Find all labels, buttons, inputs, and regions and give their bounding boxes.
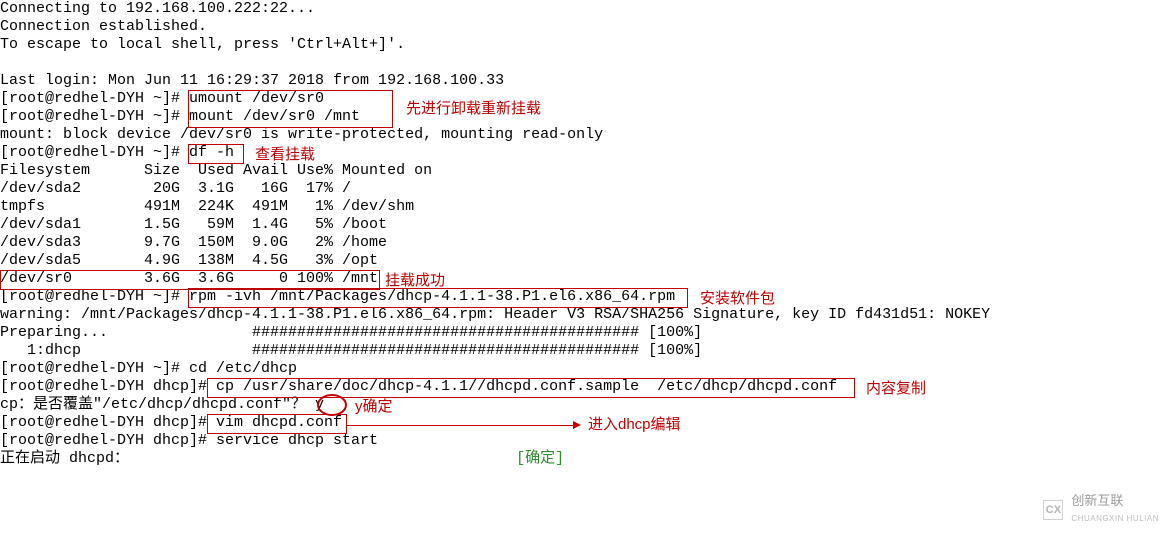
- line-df2: tmpfs 491M 224K 491M 1% /dev/shm: [0, 198, 414, 215]
- arrow-head-vim: [573, 421, 581, 429]
- watermark-logo-icon: CX: [1043, 500, 1063, 520]
- arrow-line-vim: [347, 425, 573, 426]
- line-df-header: Filesystem Size Used Avail Use% Mounted …: [0, 162, 432, 179]
- line-df4: /dev/sda3 9.7G 150M 9.0G 2% /home: [0, 234, 387, 251]
- annotation-remount: 先进行卸载重新挂载: [406, 100, 541, 117]
- line-preparing: Preparing... ###########################…: [0, 324, 702, 341]
- watermark: CX 创新互联 CHUANGXIN HULIAN: [1043, 492, 1159, 528]
- line-warning: warning: /mnt/Packages/dhcp-4.1.1-38.P1.…: [0, 306, 990, 323]
- line-df3: /dev/sda1 1.5G 59M 1.4G 5% /boot: [0, 216, 387, 233]
- line-vim: [root@redhel-DYH dhcp]# vim dhcpd.conf: [0, 414, 342, 431]
- annotation-install-pkg: 安装软件包: [700, 290, 775, 307]
- terminal-output: Connecting to 192.168.100.222:22... Conn…: [0, 0, 990, 468]
- line-connecting: Connecting to 192.168.100.222:22...: [0, 0, 315, 17]
- line-umount: [root@redhel-DYH ~]# umount /dev/sr0: [0, 90, 324, 107]
- line-mount-msg: mount: block device /dev/sr0 is write-pr…: [0, 126, 603, 143]
- annotation-copy-content: 内容复制: [866, 380, 926, 397]
- annotation-enter-dhcp-edit: 进入dhcp编辑: [588, 416, 681, 433]
- annotation-check-mount: 查看挂载: [255, 146, 315, 163]
- line-connection-est: Connection established.: [0, 18, 207, 35]
- line-df6: /dev/sr0 3.6G 3.6G 0 100% /mnt: [0, 270, 378, 287]
- line-df5: /dev/sda5 4.9G 138M 4.5G 3% /opt: [0, 252, 378, 269]
- line-cp-confirm: cp：是否覆盖"/etc/dhcp/dhcpd.conf"？ y: [0, 396, 324, 413]
- line-mount: [root@redhel-DYH ~]# mount /dev/sr0 /mnt: [0, 108, 360, 125]
- annotation-mount-success: 挂载成功: [385, 272, 445, 289]
- line-df: [root@redhel-DYH ~]# df -h: [0, 144, 234, 161]
- line-cp: [root@redhel-DYH dhcp]# cp /usr/share/do…: [0, 378, 837, 395]
- line-df1: /dev/sda2 20G 3.1G 16G 17% /: [0, 180, 351, 197]
- line-pkg1: 1:dhcp #################################…: [0, 342, 702, 359]
- annotation-y-confirm: y确定: [355, 398, 393, 415]
- line-escape: To escape to local shell, press 'Ctrl+Al…: [0, 36, 405, 53]
- line-rpm: [root@redhel-DYH ~]# rpm -ivh /mnt/Packa…: [0, 288, 675, 305]
- line-starting: 正在启动 dhcpd：: [0, 450, 129, 467]
- watermark-text: 创新互联: [1071, 492, 1159, 510]
- watermark-sub: CHUANGXIN HULIAN: [1071, 510, 1159, 528]
- line-service: [root@redhel-DYH dhcp]# service dhcp sta…: [0, 432, 378, 449]
- line-last-login: Last login: Mon Jun 11 16:29:37 2018 fro…: [0, 72, 504, 89]
- line-cd: [root@redhel-DYH ~]# cd /etc/dhcp: [0, 360, 297, 377]
- ok-badge: [确定]: [516, 450, 564, 467]
